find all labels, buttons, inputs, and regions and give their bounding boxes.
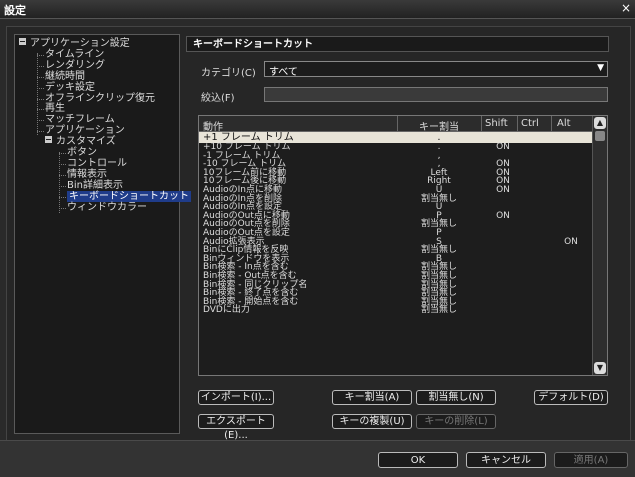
cancel-button[interactable]: キャンセル [466,452,546,468]
tree-item[interactable]: Bin詳細表示 [59,179,123,191]
tree-connector [59,163,66,165]
tree-item[interactable]: 情報表示 [59,168,107,180]
tree-item-label: カスタマイズ [56,136,116,148]
settings-tree: アプリケーション設定 タイムライン レンダリング 継続時間 デッキ設定 オフラインクリップ… [14,34,191,434]
tree-item[interactable]: デッキ設定 [37,81,95,93]
column-separator [397,116,398,131]
list-header: 動作 キー割当 Shift Ctrl Alt [199,116,593,133]
tree-item[interactable]: タイムライン [37,48,105,60]
tree-connector [37,54,44,56]
dialog-footer: OK キャンセル 適用(A) [0,440,635,477]
export-button[interactable]: エクスポート(E)... [198,414,274,441]
col-alt[interactable]: Alt [557,118,571,129]
tree-item[interactable]: ウィンドウカラー [59,201,147,213]
alt-cell: ON [564,236,578,247]
tree-item[interactable]: カスタマイズ [45,136,116,147]
assign-key-button[interactable]: キー割当(A) [332,390,412,405]
col-key[interactable]: キー割当 [399,118,479,133]
tree-item-label: アプリケーション [45,125,125,137]
tree-connector [59,207,66,209]
tree-item-label: 継続時間 [45,70,85,82]
unassign-button[interactable]: 割当無し(N) [416,390,496,405]
close-icon[interactable]: × [621,1,631,15]
col-ctrl[interactable]: Ctrl [521,118,539,129]
scroll-thumb[interactable] [595,131,605,141]
tree-item-label: 情報表示 [67,168,107,180]
tree-connector [37,76,44,78]
tree-item-label: タイムライン [45,48,105,60]
chevron-down-icon: ▼ [597,63,604,73]
shortcut-list: 動作 キー割当 Shift Ctrl Alt +1 フレーム トリム. +10 フ… [198,115,608,376]
list-item[interactable]: Bin検索 - 開始点を含む 割当無し [199,297,593,307]
panel-title: キーボードショートカット [186,36,609,52]
tree-connector [37,87,44,89]
tree-connector [59,185,66,187]
tree-item[interactable]: コントロール [59,157,127,169]
tree-connector [37,131,44,133]
tree-item[interactable]: アプリケーション設定 [19,38,130,49]
key-cell: 割当無し [420,305,457,316]
shift-cell: ON [496,142,510,152]
col-action[interactable]: 動作 [203,118,223,133]
tree-item-label: ウィンドウカラー [67,201,147,213]
collapse-icon[interactable] [45,136,52,144]
tree-connector [59,152,60,213]
tree-item-label: アプリケーション設定 [30,38,130,49]
default-button[interactable]: デフォルト(D) [534,390,608,405]
list-rows: +1 フレーム トリム. +10 フレーム トリム. ON -1 フレーム トリム, -… [199,132,593,315]
apply-button[interactable]: 適用(A) [554,452,628,468]
filter-input[interactable] [264,87,608,102]
action-cell: DVDに出力 [203,305,250,316]
scrollbar[interactable]: ▲ ▼ [592,116,607,375]
tree-item-label: デッキ設定 [45,81,95,93]
tree-connector [37,98,44,100]
category-select[interactable]: すべて ▼ [264,61,608,78]
tree-item-label: コントロール [67,157,127,169]
tree-item[interactable]: 継続時間 [37,70,85,82]
column-separator [481,116,482,131]
tree-connector [37,109,44,111]
column-separator [517,116,518,131]
tree-item[interactable]: アプリケーション [37,125,125,137]
filter-label: 絞込(F) [201,93,235,104]
tree-connector [59,174,66,176]
tree-item-label: マッチフレーム [45,114,115,126]
category-value: すべて [269,67,298,78]
tree-connector [37,53,38,135]
tree-item[interactable]: 再生 [37,103,65,115]
tree-connector [37,120,44,122]
list-item[interactable]: DVDに出力 割当無し [199,306,593,315]
tree-item-label: ボタン [67,147,97,158]
tree-connector [59,196,66,198]
tree-connector [59,153,66,154]
shift-cell: ON [496,184,510,195]
scroll-down-icon[interactable]: ▼ [594,362,606,374]
ok-button[interactable]: OK [378,452,458,468]
tree-item-label: Bin詳細表示 [67,179,123,191]
import-button[interactable]: インポート(I)... [198,390,274,405]
window-title: 設定 [4,4,26,17]
tree-item[interactable]: マッチフレーム [37,114,115,126]
tree-item-label: キーボードショートカット [69,190,189,202]
tree-item-label: レンダリング [45,59,105,71]
scroll-up-icon[interactable]: ▲ [594,117,606,129]
tree-item[interactable]: オフラインクリップ復元 [37,92,155,104]
collapse-icon[interactable] [19,38,26,45]
column-separator [551,116,552,131]
category-label: カテゴリ(C) [201,68,256,79]
col-shift[interactable]: Shift [485,118,508,129]
duplicate-key-button[interactable]: キーの複製(U) [332,414,412,429]
delete-key-button[interactable]: キーの削除(L) [416,414,496,429]
tree-item-label: 再生 [45,103,65,115]
tree-item[interactable]: キーボードショートカット [59,190,191,202]
tree-item[interactable]: ボタン [59,147,97,158]
tree-item[interactable]: レンダリング [37,59,105,71]
title-bar: 設定 × [0,0,635,19]
shift-cell: ON [496,210,510,221]
tree-item-label: オフラインクリップ復元 [45,92,155,104]
tree-connector [37,65,44,67]
